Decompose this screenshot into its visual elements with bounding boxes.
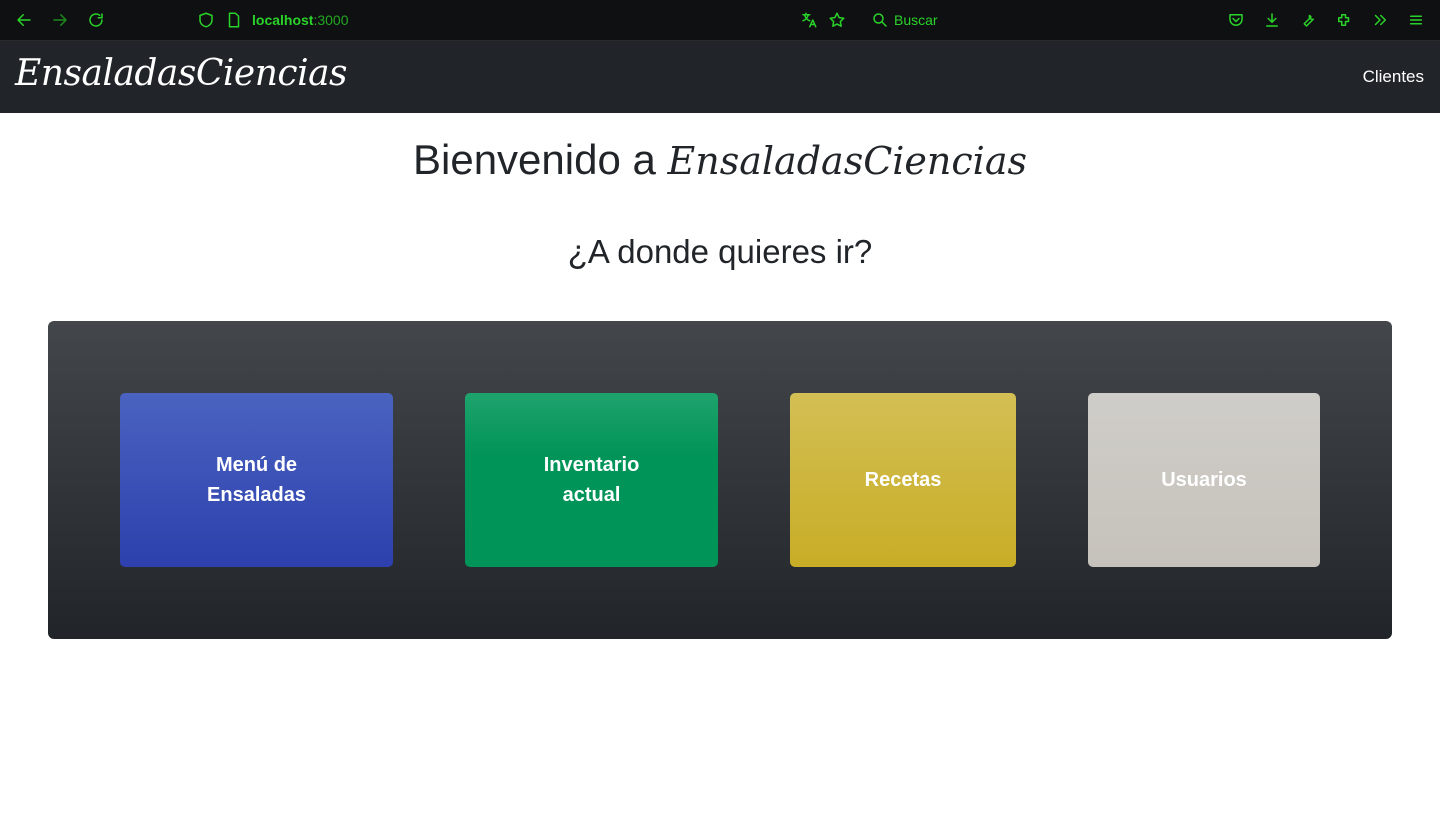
brand-logo[interactable]: EnsaladasCiencias xyxy=(15,53,348,94)
tile-usuarios[interactable]: Usuarios xyxy=(1088,393,1320,567)
tile-recetas[interactable]: Recetas xyxy=(790,393,1016,567)
translate-icon[interactable] xyxy=(799,10,819,30)
star-icon[interactable] xyxy=(827,10,847,30)
reload-icon[interactable] xyxy=(86,10,106,30)
chevron-double-right-icon[interactable] xyxy=(1370,10,1390,30)
nav-link-clientes[interactable]: Clientes xyxy=(1363,67,1424,87)
browser-toolbar: localhost:3000 Buscar xyxy=(0,0,1440,41)
shield-icon[interactable] xyxy=(196,10,216,30)
download-icon[interactable] xyxy=(1262,10,1282,30)
navigation-panel: Menú de Ensaladas Inventario actual Rece… xyxy=(48,321,1392,639)
extensions-icon[interactable] xyxy=(1334,10,1354,30)
tile-menu-ensaladas[interactable]: Menú de Ensaladas xyxy=(120,393,393,567)
url-bar[interactable]: localhost:3000 xyxy=(252,12,349,28)
pocket-icon[interactable] xyxy=(1226,10,1246,30)
wrench-icon[interactable] xyxy=(1298,10,1318,30)
forward-arrow-icon[interactable] xyxy=(50,10,70,30)
navbar: EnsaladasCiencias Clientes xyxy=(0,41,1440,113)
hamburger-menu-icon[interactable] xyxy=(1406,10,1426,30)
welcome-prefix: Bienvenido a xyxy=(413,136,656,183)
page-icon xyxy=(224,10,244,30)
search-icon[interactable] xyxy=(870,10,890,30)
search-label[interactable]: Buscar xyxy=(894,12,938,28)
tile-label: Inventario actual xyxy=(543,454,640,506)
page-title: Bienvenido a EnsaladasCiencias xyxy=(0,136,1440,184)
url-host: localhost xyxy=(252,12,314,28)
tile-label: Menú de Ensaladas xyxy=(207,454,306,506)
url-port: :3000 xyxy=(313,12,349,28)
back-arrow-icon[interactable] xyxy=(14,10,34,30)
tile-label: Recetas xyxy=(864,469,942,491)
welcome-brand: EnsaladasCiencias xyxy=(667,139,1027,183)
tile-inventario-actual[interactable]: Inventario actual xyxy=(465,393,718,567)
section-question: ¿A donde quieres ir? xyxy=(567,233,873,270)
tile-label: Usuarios xyxy=(1161,469,1247,491)
